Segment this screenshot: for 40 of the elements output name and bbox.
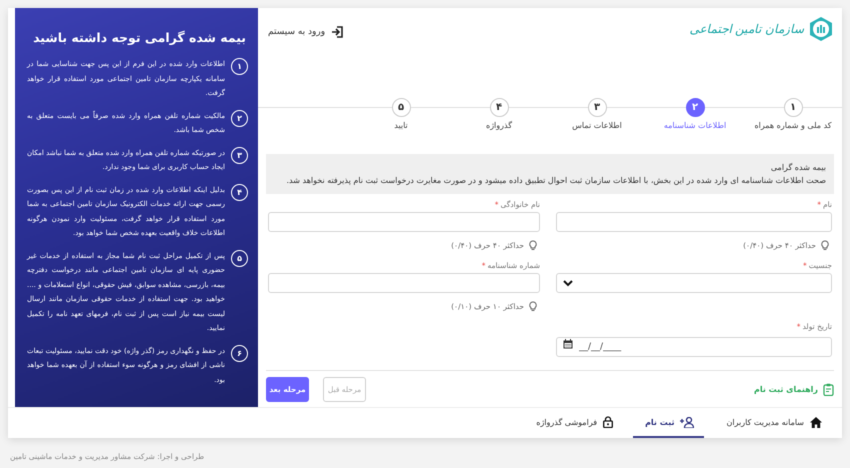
nav-tab[interactable]: ثبت نام (633, 408, 704, 438)
step-label: اطلاعات تماس (572, 121, 622, 130)
person-plus-icon (680, 416, 694, 428)
notice-text: صحت اطلاعات شناسنامه ای وارد شده در این بخش، با اطلاعات سازمان ثبت احوال تطبیق داده میشود و در صورت مغایرت درخواست ثبت نام پذیرفته نخواهد شد. (286, 175, 826, 187)
emblem-icon (808, 16, 834, 42)
lightbulb-icon (528, 240, 538, 251)
step-label: تایید (394, 121, 408, 130)
item-number: ۲ (231, 110, 248, 126)
date-field[interactable]: __/__/____ (556, 337, 832, 357)
logo-text: سازمان تامین اجتماعی (689, 22, 804, 36)
login-icon (331, 26, 344, 38)
item-number: ۳ (231, 146, 248, 164)
panel-title: بیمه شده گرامی توجه داشته باشید (32, 30, 246, 45)
lightbulb-icon (528, 301, 538, 312)
login-link[interactable]: ورود به سیستم (268, 26, 344, 38)
item-number: ۵ (231, 250, 248, 266)
step-number: ۴ (490, 98, 508, 117)
step-number: ۵ (392, 98, 410, 117)
nav-tab[interactable]: فراموشی گذرواژه (524, 408, 624, 438)
input-field[interactable] (268, 273, 540, 293)
lock-icon (603, 416, 614, 428)
step-number: ۱ (784, 98, 802, 117)
input-field[interactable] (268, 212, 540, 232)
chevron-down-icon (563, 280, 573, 286)
step-number: ۳ (588, 98, 606, 117)
item-number: ۴ (231, 184, 248, 200)
calendar-icon (563, 339, 573, 349)
home-icon (810, 416, 822, 428)
clipboard-icon (823, 383, 834, 396)
select-field[interactable] (556, 273, 832, 293)
step-label: کد ملی و شماره همراه (754, 121, 832, 130)
nav-tab[interactable]: سامانه مدیریت کاربران (714, 408, 832, 438)
step-label: گذرواژه (486, 121, 512, 130)
step-number: ۲ (686, 98, 704, 117)
item-number: ۱ (231, 58, 248, 75)
input-field[interactable] (556, 212, 832, 232)
item-number: ۶ (231, 344, 248, 362)
lightbulb-icon (820, 240, 830, 251)
notice-title: بیمه شده گرامی (770, 162, 826, 174)
step-label: اطلاعات شناسنامه (664, 121, 726, 130)
